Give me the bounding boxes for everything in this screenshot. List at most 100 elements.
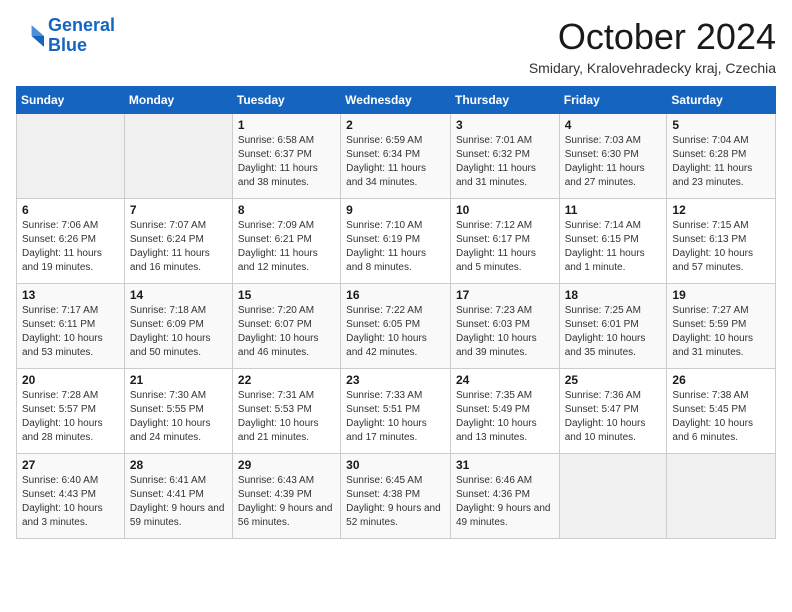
day-info: Sunrise: 6:40 AM Sunset: 4:43 PM Dayligh… bbox=[22, 474, 119, 530]
day-number: 2 bbox=[346, 118, 445, 132]
day-cell: 18 Sunrise: 7:25 AM Sunset: 6:01 PM Dayli… bbox=[559, 284, 667, 369]
day-info: Sunrise: 6:45 AM Sunset: 4:38 PM Dayligh… bbox=[346, 474, 445, 530]
day-number: 18 bbox=[565, 288, 662, 302]
day-info: Sunrise: 6:59 AM Sunset: 6:34 PM Dayligh… bbox=[346, 134, 445, 190]
day-cell bbox=[17, 114, 125, 199]
week-row-5: 27 Sunrise: 6:40 AM Sunset: 4:43 PM Dayli… bbox=[17, 454, 776, 539]
day-number: 21 bbox=[130, 373, 227, 387]
day-info: Sunrise: 7:18 AM Sunset: 6:09 PM Dayligh… bbox=[130, 304, 227, 360]
day-info: Sunrise: 7:07 AM Sunset: 6:24 PM Dayligh… bbox=[130, 219, 227, 275]
day-info: Sunrise: 6:43 AM Sunset: 4:39 PM Dayligh… bbox=[238, 474, 335, 530]
day-info: Sunrise: 7:06 AM Sunset: 6:26 PM Dayligh… bbox=[22, 219, 119, 275]
day-number: 7 bbox=[130, 203, 227, 217]
day-info: Sunrise: 6:46 AM Sunset: 4:36 PM Dayligh… bbox=[456, 474, 554, 530]
weekday-header-saturday: Saturday bbox=[667, 87, 776, 114]
week-row-1: 1 Sunrise: 6:58 AM Sunset: 6:37 PM Daylig… bbox=[17, 114, 776, 199]
day-cell: 5Sunrise: 7:04 AM Sunset: 6:28 PM Daylig… bbox=[667, 114, 776, 199]
day-number: 12 bbox=[672, 203, 770, 217]
day-info: Sunrise: 7:09 AM Sunset: 6:21 PM Dayligh… bbox=[238, 219, 335, 275]
day-cell: 29 Sunrise: 6:43 AM Sunset: 4:39 PM Dayli… bbox=[232, 454, 340, 539]
day-number: 24 bbox=[456, 373, 554, 387]
day-info: Sunrise: 7:25 AM Sunset: 6:01 PM Dayligh… bbox=[565, 304, 662, 360]
title-block: October 2024 Smidary, Kralovehradecky kr… bbox=[529, 16, 776, 76]
day-number: 29 bbox=[238, 458, 335, 472]
day-info: Sunrise: 7:22 AM Sunset: 6:05 PM Dayligh… bbox=[346, 304, 445, 360]
day-number: 23 bbox=[346, 373, 445, 387]
day-number: 19 bbox=[672, 288, 770, 302]
day-cell: 19 Sunrise: 7:27 AM Sunset: 5:59 PM Dayli… bbox=[667, 284, 776, 369]
day-cell: 20Sunrise: 7:28 AM Sunset: 5:57 PM Dayli… bbox=[17, 369, 125, 454]
day-info: Sunrise: 7:27 AM Sunset: 5:59 PM Dayligh… bbox=[672, 304, 770, 360]
week-row-2: 6 Sunrise: 7:06 AM Sunset: 6:26 PM Daylig… bbox=[17, 199, 776, 284]
day-cell: 28 Sunrise: 6:41 AM Sunset: 4:41 PM Dayli… bbox=[124, 454, 232, 539]
day-cell: 23 Sunrise: 7:33 AM Sunset: 5:51 PM Dayli… bbox=[341, 369, 451, 454]
day-number: 25 bbox=[565, 373, 662, 387]
day-info: Sunrise: 7:10 AM Sunset: 6:19 PM Dayligh… bbox=[346, 219, 445, 275]
day-cell: 9 Sunrise: 7:10 AM Sunset: 6:19 PM Daylig… bbox=[341, 199, 451, 284]
day-cell: 14 Sunrise: 7:18 AM Sunset: 6:09 PM Dayli… bbox=[124, 284, 232, 369]
week-row-3: 13 Sunrise: 7:17 AM Sunset: 6:11 PM Dayli… bbox=[17, 284, 776, 369]
day-number: 15 bbox=[238, 288, 335, 302]
weekday-header-row: SundayMondayTuesdayWednesdayThursdayFrid… bbox=[17, 87, 776, 114]
day-cell: 12 Sunrise: 7:15 AM Sunset: 6:13 PM Dayli… bbox=[667, 199, 776, 284]
day-number: 17 bbox=[456, 288, 554, 302]
day-info: Sunrise: 7:17 AM Sunset: 6:11 PM Dayligh… bbox=[22, 304, 119, 360]
day-number: 22 bbox=[238, 373, 335, 387]
day-cell: 31 Sunrise: 6:46 AM Sunset: 4:36 PM Dayli… bbox=[450, 454, 559, 539]
day-cell: 22Sunrise: 7:31 AM Sunset: 5:53 PM Dayli… bbox=[232, 369, 340, 454]
day-info: Sunrise: 7:36 AM Sunset: 5:47 PM Dayligh… bbox=[565, 389, 662, 445]
weekday-header-thursday: Thursday bbox=[450, 87, 559, 114]
page-header: General Blue October 2024 Smidary, Kralo… bbox=[16, 16, 776, 76]
day-number: 28 bbox=[130, 458, 227, 472]
day-number: 1 bbox=[238, 118, 335, 132]
day-cell: 3 Sunrise: 7:01 AM Sunset: 6:32 PM Daylig… bbox=[450, 114, 559, 199]
day-info: Sunrise: 7:20 AM Sunset: 6:07 PM Dayligh… bbox=[238, 304, 335, 360]
day-number: 14 bbox=[130, 288, 227, 302]
day-number: 3 bbox=[456, 118, 554, 132]
location-subtitle: Smidary, Kralovehradecky kraj, Czechia bbox=[529, 60, 776, 76]
day-info: Sunrise: 6:58 AM Sunset: 6:37 PM Dayligh… bbox=[238, 134, 335, 190]
day-number: 26 bbox=[672, 373, 770, 387]
weekday-header-tuesday: Tuesday bbox=[232, 87, 340, 114]
day-info: Sunrise: 7:35 AM Sunset: 5:49 PM Dayligh… bbox=[456, 389, 554, 445]
day-cell: 10 Sunrise: 7:12 AM Sunset: 6:17 PM Dayli… bbox=[450, 199, 559, 284]
day-info: Sunrise: 6:41 AM Sunset: 4:41 PM Dayligh… bbox=[130, 474, 227, 530]
day-info: Sunrise: 7:30 AM Sunset: 5:55 PM Dayligh… bbox=[130, 389, 227, 445]
day-cell: 1 Sunrise: 6:58 AM Sunset: 6:37 PM Daylig… bbox=[232, 114, 340, 199]
day-cell: 15 Sunrise: 7:20 AM Sunset: 6:07 PM Dayli… bbox=[232, 284, 340, 369]
day-info: Sunrise: 7:12 AM Sunset: 6:17 PM Dayligh… bbox=[456, 219, 554, 275]
day-info: Sunrise: 7:01 AM Sunset: 6:32 PM Dayligh… bbox=[456, 134, 554, 190]
day-number: 13 bbox=[22, 288, 119, 302]
day-number: 4 bbox=[565, 118, 662, 132]
day-info: Sunrise: 7:33 AM Sunset: 5:51 PM Dayligh… bbox=[346, 389, 445, 445]
day-cell bbox=[667, 454, 776, 539]
day-cell: 25 Sunrise: 7:36 AM Sunset: 5:47 PM Dayli… bbox=[559, 369, 667, 454]
logo-text: General Blue bbox=[48, 16, 115, 56]
day-cell: 7 Sunrise: 7:07 AM Sunset: 6:24 PM Daylig… bbox=[124, 199, 232, 284]
day-cell: 17 Sunrise: 7:23 AM Sunset: 6:03 PM Dayli… bbox=[450, 284, 559, 369]
day-cell bbox=[124, 114, 232, 199]
weekday-header-monday: Monday bbox=[124, 87, 232, 114]
day-info: Sunrise: 7:15 AM Sunset: 6:13 PM Dayligh… bbox=[672, 219, 770, 275]
day-cell: 4Sunrise: 7:03 AM Sunset: 6:30 PM Daylig… bbox=[559, 114, 667, 199]
logo-icon bbox=[16, 22, 44, 50]
day-cell: 30 Sunrise: 6:45 AM Sunset: 4:38 PM Dayli… bbox=[341, 454, 451, 539]
day-number: 27 bbox=[22, 458, 119, 472]
day-number: 9 bbox=[346, 203, 445, 217]
day-number: 8 bbox=[238, 203, 335, 217]
day-cell: 26Sunrise: 7:38 AM Sunset: 5:45 PM Dayli… bbox=[667, 369, 776, 454]
day-number: 30 bbox=[346, 458, 445, 472]
week-row-4: 20Sunrise: 7:28 AM Sunset: 5:57 PM Dayli… bbox=[17, 369, 776, 454]
day-cell: 11Sunrise: 7:14 AM Sunset: 6:15 PM Dayli… bbox=[559, 199, 667, 284]
day-cell: 2 Sunrise: 6:59 AM Sunset: 6:34 PM Daylig… bbox=[341, 114, 451, 199]
day-number: 10 bbox=[456, 203, 554, 217]
calendar-table: SundayMondayTuesdayWednesdayThursdayFrid… bbox=[16, 86, 776, 539]
weekday-header-sunday: Sunday bbox=[17, 87, 125, 114]
day-cell: 8 Sunrise: 7:09 AM Sunset: 6:21 PM Daylig… bbox=[232, 199, 340, 284]
day-number: 31 bbox=[456, 458, 554, 472]
day-number: 20 bbox=[22, 373, 119, 387]
day-info: Sunrise: 7:23 AM Sunset: 6:03 PM Dayligh… bbox=[456, 304, 554, 360]
day-number: 6 bbox=[22, 203, 119, 217]
weekday-header-friday: Friday bbox=[559, 87, 667, 114]
day-cell bbox=[559, 454, 667, 539]
